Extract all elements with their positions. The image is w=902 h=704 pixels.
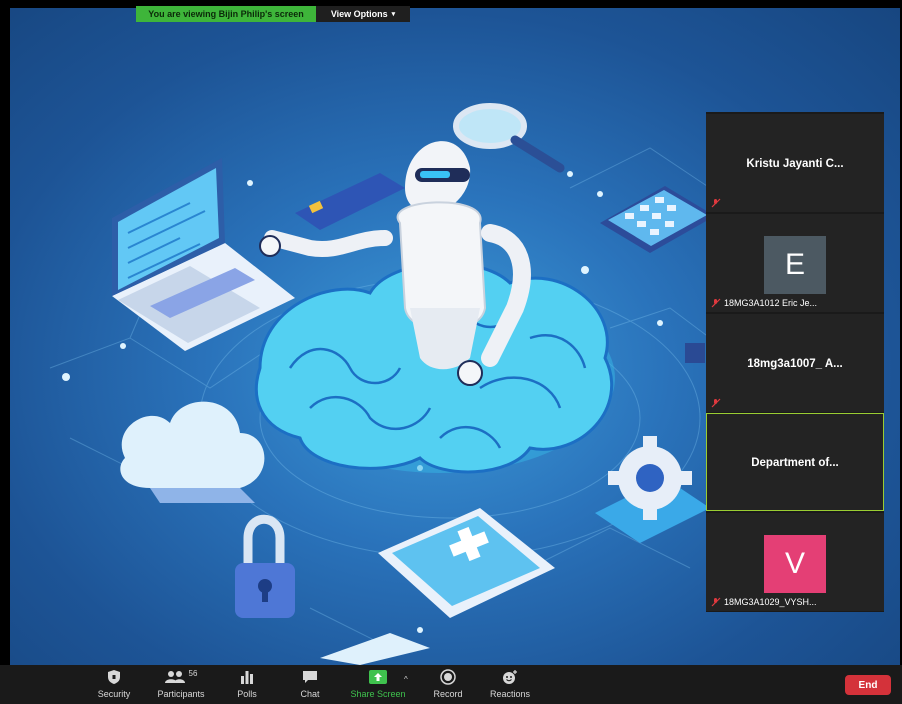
viewing-text: You are viewing Bijin Philip's screen — [148, 9, 304, 19]
participant-tile[interactable]: 18mg3a1007_ A... — [706, 314, 884, 412]
mic-muted-icon — [711, 198, 721, 208]
view-options-label: View Options — [330, 9, 388, 19]
meeting-toolbar: Security 56 Participants Polls Chat Shar… — [0, 665, 902, 704]
participant-name: Department of... — [751, 457, 839, 469]
security-label: Security — [97, 689, 131, 699]
participant-name: 18MG3A1012 Eric Je... — [724, 298, 818, 308]
avatar: V — [764, 535, 826, 593]
participants-label: Participants — [157, 689, 205, 699]
participants-panel: Kristu Jayanti C... E 18MG3A1012 Eric Je… — [706, 112, 884, 612]
view-options-button[interactable]: View Options ▾ — [316, 6, 410, 22]
reactions-button[interactable]: Reactions — [490, 667, 530, 699]
share-options-caret-icon[interactable]: ^ — [404, 675, 408, 684]
avatar: E — [764, 236, 826, 294]
participants-count: 56 — [188, 668, 198, 678]
reactions-label: Reactions — [489, 689, 531, 699]
chevron-down-icon: ▾ — [391, 11, 396, 18]
share-screen-label: Share Screen — [350, 689, 406, 699]
mic-muted-icon — [711, 597, 721, 607]
polls-button[interactable]: Polls — [236, 667, 258, 699]
security-button[interactable]: Security — [96, 667, 132, 699]
chat-icon — [302, 667, 318, 687]
participant-name: Kristu Jayanti C... — [746, 158, 844, 170]
participant-name: 18MG3A1029_VYSH... — [724, 597, 817, 607]
reactions-icon — [502, 667, 518, 687]
share-screen-button[interactable]: Share Screen — [350, 667, 406, 699]
chat-label: Chat — [300, 689, 320, 699]
participants-button[interactable]: 56 Participants — [155, 667, 207, 700]
participants-icon: 56 — [164, 667, 198, 687]
participant-tile[interactable]: V 18MG3A1029_VYSH... — [706, 513, 884, 611]
polls-icon — [240, 667, 254, 687]
participant-name: 18mg3a1007_ A... — [747, 358, 843, 370]
mic-muted-icon — [711, 298, 721, 308]
participant-tile[interactable]: Kristu Jayanti C... — [706, 114, 884, 212]
record-label: Record — [433, 689, 463, 699]
participant-tile-active-speaker[interactable]: Department of... — [706, 413, 884, 511]
viewing-banner: You are viewing Bijin Philip's screen — [136, 6, 316, 22]
meeting-stage: You are viewing Bijin Philip's screen Vi… — [0, 0, 902, 665]
record-button[interactable]: Record — [432, 667, 464, 699]
record-icon — [440, 667, 456, 687]
shield-icon — [107, 667, 121, 687]
participant-tile[interactable]: E 18MG3A1012 Eric Je... — [706, 214, 884, 312]
polls-label: Polls — [237, 689, 257, 699]
share-screen-icon — [369, 667, 387, 687]
chat-button[interactable]: Chat — [298, 667, 322, 699]
end-button[interactable]: End — [845, 675, 891, 695]
mic-muted-icon — [711, 398, 721, 408]
